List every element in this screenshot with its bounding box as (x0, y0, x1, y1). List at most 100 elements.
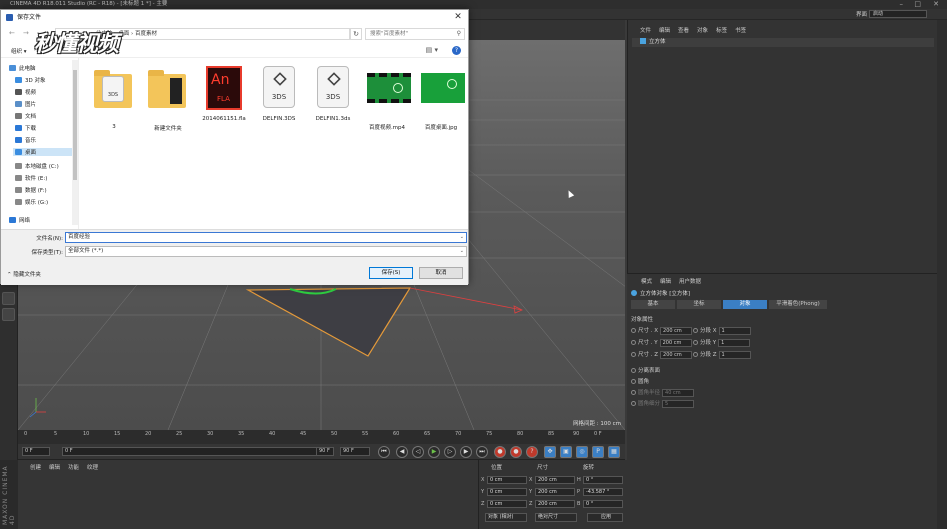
anim-dot-icon[interactable] (631, 340, 636, 345)
menu-tag[interactable]: 标签 (716, 26, 727, 34)
size-z-input[interactable]: 200 cm (660, 350, 693, 359)
size-mode-select[interactable]: 绝对尺寸 (535, 513, 577, 522)
file-item-delfin1-3ds[interactable]: 3DS DELFIN1.3ds (306, 66, 360, 122)
file-item-video[interactable]: 百度视频.mp4 (360, 66, 414, 131)
position-z-field[interactable]: 0 cm (487, 500, 527, 508)
chevron-down-icon[interactable]: ⌄ (460, 247, 464, 256)
save-button[interactable]: 保存(S) (369, 267, 413, 279)
menu-edit[interactable]: 编辑 (659, 26, 670, 34)
menu-edit[interactable]: 编辑 (660, 277, 671, 285)
menu-mode[interactable]: 模式 (641, 277, 652, 285)
next-frame-icon[interactable]: ▷ (444, 446, 456, 458)
seg-y-input[interactable]: 1 (718, 338, 751, 347)
separate-surfaces-row[interactable]: 分离表面 (631, 366, 660, 374)
scrollbar-thumb[interactable] (73, 70, 77, 180)
menu-function[interactable]: 功能 (68, 463, 79, 471)
rotation-b-field[interactable]: 0 ° (583, 500, 623, 508)
sidebar-item-network[interactable]: 网络 (9, 216, 30, 224)
tab-coord[interactable]: 坐标 (677, 300, 721, 309)
maximize-icon[interactable]: □ (914, 0, 921, 9)
keyframe-icon[interactable]: ? (526, 446, 538, 458)
pla-key-icon[interactable]: ▦ (608, 446, 620, 458)
chevron-down-icon[interactable]: ⌄ (460, 233, 464, 242)
file-item-jpg[interactable]: 百度桌面.jpg (414, 66, 468, 131)
menu-create[interactable]: 创建 (30, 463, 41, 471)
filename-input[interactable]: 百度经验 ⌄ (65, 232, 467, 243)
sidebar-item-music[interactable]: 音乐 (15, 136, 36, 144)
sidebar-item-drive-f[interactable]: 数据 (F:) (15, 186, 47, 194)
layout-select[interactable]: 启动 (869, 10, 927, 18)
x-axis-handle[interactable] (409, 287, 523, 311)
menu-file[interactable]: 文件 (640, 26, 651, 34)
timeline-ruler[interactable]: 0 5 10 15 20 25 30 35 40 45 50 55 60 65 … (18, 430, 625, 444)
seg-x-input[interactable]: 1 (718, 326, 751, 335)
sidebar-item-3d-objects[interactable]: 3D 对象 (15, 76, 45, 84)
anim-dot-icon[interactable] (693, 352, 698, 357)
anim-dot-icon[interactable] (631, 352, 636, 357)
cube-object[interactable] (245, 287, 412, 357)
tab-basic[interactable]: 基本 (631, 300, 675, 309)
anim-dot-icon[interactable] (693, 340, 698, 345)
fillet-row[interactable]: 圆角 (631, 377, 649, 385)
menu-user-data[interactable]: 用户数据 (679, 277, 701, 285)
rotation-h-field[interactable]: 0 ° (583, 476, 623, 484)
size-z-field[interactable]: 200 cm (535, 500, 575, 508)
forward-arrow-icon[interactable]: → (23, 29, 29, 37)
minimize-icon[interactable]: – (900, 0, 904, 9)
back-arrow-icon[interactable]: ← (9, 29, 15, 37)
rotate-key-icon[interactable]: ◎ (576, 446, 588, 458)
sidebar-item-drive-c[interactable]: 本地磁盘 (C:) (15, 162, 59, 170)
sidebar-item-videos[interactable]: 视频 (15, 88, 36, 96)
position-x-field[interactable]: 0 cm (487, 476, 527, 484)
search-input[interactable]: 搜索"百度素材" ⚲ (365, 28, 465, 40)
goto-end-icon[interactable]: ⏭ (476, 446, 488, 458)
file-item-delfin-3ds[interactable]: 3DS DELFIN.3DS (252, 66, 306, 122)
menu-texture[interactable]: 纹理 (87, 463, 98, 471)
rotation-p-field[interactable]: -43.587 ° (583, 488, 623, 496)
move-key-icon[interactable]: ✥ (544, 446, 556, 458)
next-key-icon[interactable]: ▶ (460, 446, 472, 458)
close-icon[interactable]: ✕ (452, 10, 464, 25)
anim-dot-icon[interactable] (631, 328, 636, 333)
goto-start-icon[interactable]: ⏮ (378, 446, 390, 458)
prev-key-icon[interactable]: ◀ (396, 446, 408, 458)
close-icon[interactable]: ✕ (933, 0, 939, 9)
breadcrumb-item[interactable]: 桌面 (118, 31, 129, 37)
menu-object[interactable]: 对象 (697, 26, 708, 34)
apply-button[interactable]: 应用 (587, 513, 623, 522)
file-item-folder-3[interactable]: 3DS 3 (87, 66, 141, 130)
seg-z-input[interactable]: 1 (718, 350, 751, 359)
record-icon[interactable]: ● (494, 446, 506, 458)
coord-mode-select[interactable]: 对象 (相对) (485, 513, 527, 522)
scale-key-icon[interactable]: ▣ (560, 446, 572, 458)
breadcrumb-item[interactable]: 百度素材 (135, 31, 157, 37)
tab-object[interactable]: 对象 (723, 300, 767, 309)
sidebar-item-documents[interactable]: 文档 (15, 112, 36, 120)
autokey-icon[interactable]: ● (510, 446, 522, 458)
menu-edit[interactable]: 编辑 (49, 463, 60, 471)
menu-bookmark[interactable]: 书签 (735, 26, 746, 34)
sidebar-item-pictures[interactable]: 图片 (15, 100, 36, 108)
tool-button[interactable] (2, 308, 15, 321)
size-y-input[interactable]: 200 cm (659, 338, 692, 347)
anim-dot-icon[interactable] (693, 328, 698, 333)
sidebar-item-drive-g[interactable]: 娱乐 (G:) (15, 198, 48, 206)
play-icon[interactable]: ▶ (428, 446, 440, 458)
tool-button[interactable] (2, 292, 15, 305)
object-row[interactable]: 立方体 (632, 38, 934, 47)
filetype-select[interactable]: 全部文件 (*.*) ⌄ (65, 246, 467, 257)
sidebar-item-desktop[interactable]: 桌面 (13, 148, 73, 156)
max-frame-field[interactable]: 90 F (340, 447, 370, 456)
position-y-field[interactable]: 0 cm (487, 488, 527, 496)
organize-button[interactable]: 组织 ▾ (11, 47, 27, 55)
size-y-field[interactable]: 200 cm (535, 488, 575, 496)
sidebar-item-drive-e[interactable]: 软件 (E:) (15, 174, 47, 182)
range-end-field[interactable]: 90 F (316, 447, 334, 456)
help-icon[interactable]: ? (452, 46, 461, 55)
param-key-icon[interactable]: P (592, 446, 604, 458)
sidebar-scrollbar[interactable] (72, 60, 78, 225)
menu-view[interactable]: 查看 (678, 26, 689, 34)
size-x-field[interactable]: 200 cm (535, 476, 575, 484)
frame-range-slider[interactable]: 0 F (62, 447, 334, 456)
tab-phong[interactable]: 平滑着色(Phong) (769, 300, 827, 309)
